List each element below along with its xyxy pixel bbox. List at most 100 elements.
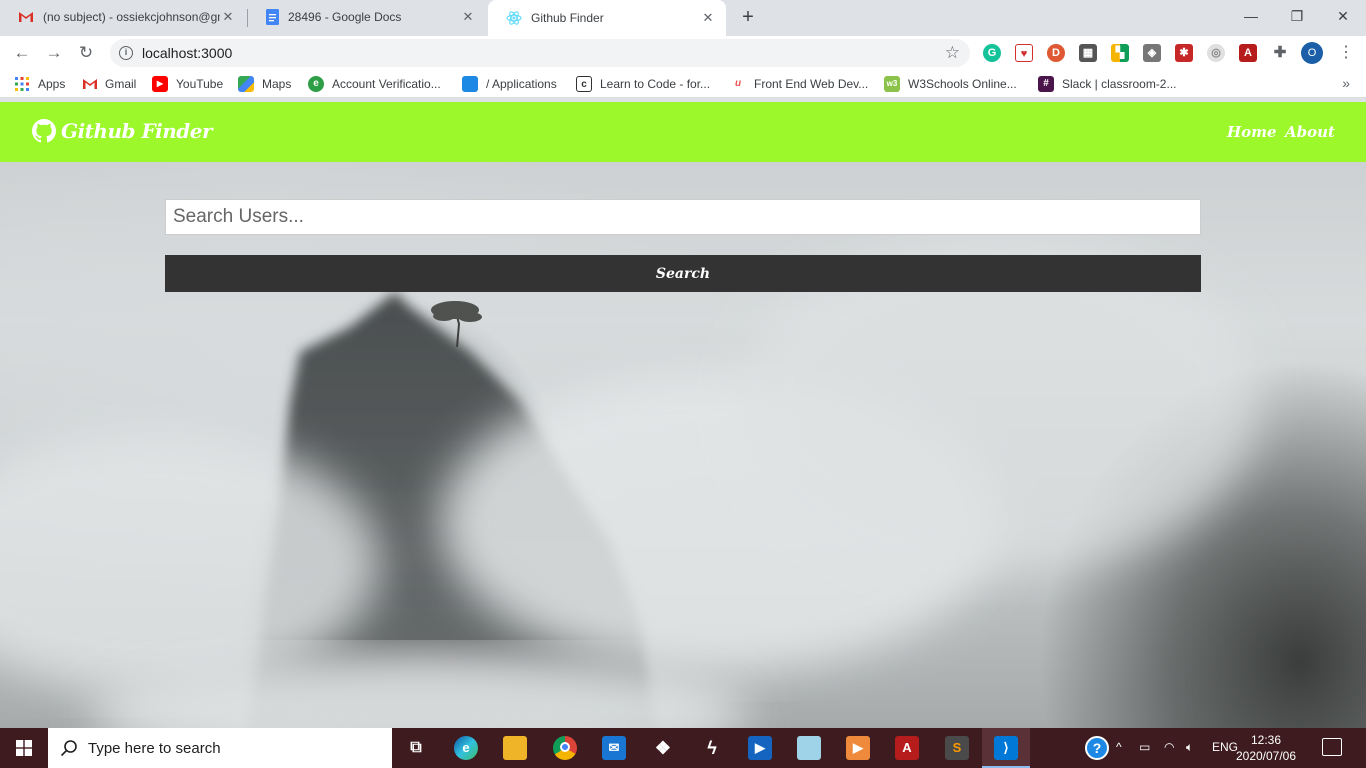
- github-icon: [32, 119, 56, 143]
- edge-icon[interactable]: e: [454, 736, 478, 760]
- tab-google-docs[interactable]: 28496 - Google Docs ✕: [248, 0, 486, 34]
- nav-home-link[interactable]: Home: [1227, 123, 1277, 141]
- bookmark-w3schools[interactable]: w3 W3Schools Online...: [884, 76, 1017, 92]
- youtube-icon: ▶: [152, 76, 168, 92]
- windows-taskbar: Type here to search ⧉ e ✉ ❖ ϟ ▶ ▶ A S ⟩ …: [0, 728, 1366, 768]
- task-view-icon[interactable]: ⧉: [404, 736, 428, 760]
- w3schools-icon: w3: [884, 76, 900, 92]
- acrobat-taskbar-icon[interactable]: A: [895, 736, 919, 760]
- google-docs-icon: [266, 9, 279, 25]
- extensions-puzzle-icon[interactable]: ✚: [1271, 44, 1289, 62]
- nav-about-link[interactable]: About: [1285, 123, 1335, 141]
- notes-app-icon[interactable]: [797, 736, 821, 760]
- bookmarks-overflow-icon[interactable]: »: [1342, 75, 1350, 91]
- windows-logo-icon: [16, 740, 32, 756]
- freecodecamp-icon: c: [576, 76, 592, 92]
- close-icon[interactable]: ✕: [700, 10, 716, 26]
- bookmark-label: Maps: [262, 77, 292, 91]
- menu-kebab-icon[interactable]: ⋮: [1338, 42, 1354, 64]
- bookmark-slack[interactable]: # Slack | classroom-2...: [1038, 76, 1176, 92]
- bookmark-label: W3Schools Online...: [908, 77, 1017, 91]
- duckduckgo-icon[interactable]: D: [1047, 44, 1065, 62]
- git-kraken-icon[interactable]: ϟ: [700, 736, 724, 760]
- extension-red-icon[interactable]: ✱: [1175, 44, 1193, 62]
- restore-icon[interactable]: ❐: [1274, 4, 1320, 28]
- bookmark-youtube[interactable]: ▶ YouTube: [152, 76, 223, 92]
- pocket-icon[interactable]: ♥: [1015, 44, 1033, 62]
- bookmark-label: YouTube: [176, 77, 224, 91]
- extension-color-icon[interactable]: ▚: [1111, 44, 1129, 62]
- page-viewport: Github Finder Home About Search: [0, 102, 1366, 728]
- close-icon[interactable]: ✕: [460, 9, 476, 25]
- slack-icon: #: [1038, 76, 1054, 92]
- bookmark-applications[interactable]: / Applications: [462, 76, 557, 92]
- back-arrow-icon[interactable]: ←: [10, 41, 34, 65]
- tab-github-finder[interactable]: Github Finder ✕: [488, 0, 726, 36]
- sublime-text-icon[interactable]: S: [945, 736, 969, 760]
- udemy-icon: u: [730, 76, 746, 92]
- search-icon: [60, 740, 77, 757]
- window-close-icon[interactable]: ✕: [1320, 4, 1366, 28]
- app-navbar: Github Finder Home About: [0, 102, 1366, 162]
- volume-icon[interactable]: 🔈︎: [1186, 740, 1193, 755]
- dropbox-icon[interactable]: ❖: [651, 736, 675, 760]
- bookmark-udemy[interactable]: u Front End Web Dev...: [730, 76, 868, 92]
- brand-title: Github Finder: [61, 119, 213, 143]
- help-icon[interactable]: ?: [1085, 736, 1109, 760]
- extension-circle-icon[interactable]: ◎: [1207, 44, 1225, 62]
- gmail-icon: [83, 79, 97, 89]
- acrobat-icon[interactable]: A: [1239, 44, 1257, 62]
- close-icon[interactable]: ✕: [220, 9, 236, 25]
- bookmark-label: Account Verificatio...: [332, 77, 441, 91]
- site-info-icon[interactable]: i: [119, 46, 133, 60]
- tab-title: 28496 - Google Docs: [288, 10, 402, 24]
- bookmark-apps[interactable]: Apps: [14, 76, 65, 92]
- start-button[interactable]: [0, 728, 48, 768]
- mail-icon[interactable]: ✉: [602, 736, 626, 760]
- forward-arrow-icon[interactable]: →: [42, 41, 66, 65]
- taskbar-search-placeholder: Type here to search: [88, 739, 221, 757]
- tray-chevron-icon[interactable]: ^: [1116, 740, 1122, 754]
- browser-toolbar: ← → ↻ i localhost:3000 ☆ G ♥ D ▦ ▚ ◈ ✱ ◎…: [0, 36, 1366, 70]
- minimize-icon[interactable]: —: [1228, 4, 1274, 28]
- bookmark-account-verification[interactable]: e Account Verificatio...: [308, 76, 441, 92]
- bookmark-maps[interactable]: Maps: [238, 76, 291, 92]
- extension-dark-icon[interactable]: ▦: [1079, 44, 1097, 62]
- wifi-icon[interactable]: ◠: [1164, 740, 1174, 754]
- tab-gmail[interactable]: (no subject) - ossiekcjohnson@gm ✕: [0, 0, 246, 34]
- file-explorer-icon[interactable]: [503, 736, 527, 760]
- vscode-icon[interactable]: ⟩: [994, 736, 1018, 760]
- brand-logo[interactable]: Github Finder: [32, 119, 213, 143]
- url-text[interactable]: localhost:3000: [142, 45, 232, 61]
- search-users-input[interactable]: [165, 199, 1201, 235]
- reload-icon[interactable]: ↻: [74, 41, 98, 65]
- bookmark-label: Gmail: [105, 77, 137, 91]
- bookmark-label: Slack | classroom-2...: [1062, 77, 1177, 91]
- system-clock[interactable]: 12:36 2020/07/06: [1234, 732, 1298, 764]
- chrome-icon[interactable]: [553, 736, 577, 760]
- profile-avatar[interactable]: O: [1301, 42, 1323, 64]
- gmail-icon: [19, 12, 33, 22]
- react-icon: [506, 11, 522, 25]
- new-tab-plus-icon[interactable]: +: [738, 7, 758, 27]
- notifications-icon[interactable]: [1322, 738, 1342, 756]
- bookmark-label: Front End Web Dev...: [754, 77, 869, 91]
- misty-mountain-background: [0, 232, 1260, 728]
- bookmark-label: / Applications: [486, 77, 557, 91]
- media-player-icon[interactable]: ▶: [846, 736, 870, 760]
- bookmark-freecodecamp[interactable]: c Learn to Code - for...: [576, 76, 710, 92]
- search-button[interactable]: Search: [165, 255, 1201, 292]
- bookmark-label: Learn to Code - for...: [600, 77, 711, 91]
- battery-icon[interactable]: ▭: [1139, 740, 1150, 754]
- bookmark-gmail[interactable]: Gmail: [82, 76, 136, 92]
- taskbar-search-box[interactable]: Type here to search: [48, 728, 392, 768]
- clock-date: 2020/07/06: [1235, 749, 1297, 763]
- address-bar[interactable]: i localhost:3000 ☆: [110, 39, 970, 67]
- bookmark-label: Apps: [38, 77, 66, 91]
- bookmark-star-icon[interactable]: ☆: [945, 43, 960, 63]
- account-verification-icon: e: [308, 76, 324, 92]
- extension-bag-icon[interactable]: ◈: [1143, 44, 1161, 62]
- grammarly-icon[interactable]: G: [983, 44, 1001, 62]
- video-editor-icon[interactable]: ▶: [748, 736, 772, 760]
- maps-icon: [238, 76, 254, 92]
